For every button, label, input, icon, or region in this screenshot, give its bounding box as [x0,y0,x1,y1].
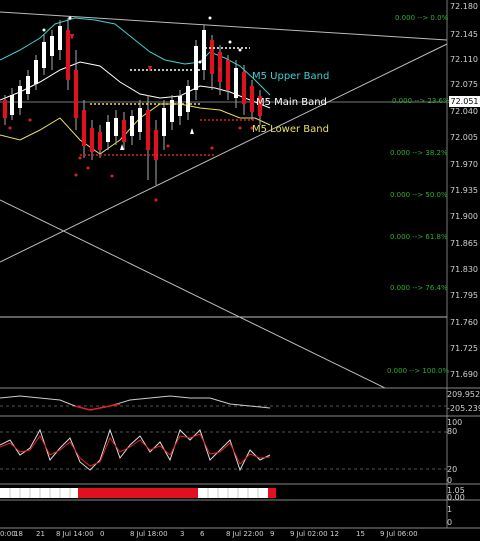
lower-band-line [0,103,271,155]
price-label: 71.795 [450,291,478,300]
time-label: 9 [270,530,275,538]
price-label: 71.970 [450,160,478,169]
time-label: 8 Jul 14:00 [56,530,94,538]
time-label: 9 Jul 02:00 [290,530,328,538]
trendline-falling [0,199,386,389]
price-label: 72.040 [450,107,478,116]
time-label: 3 [180,530,185,538]
fib-level-label: 0.000 --> 23.6% [392,97,450,105]
panel-separators [0,387,480,529]
fib-level-label: 0.000 --> 100.0% [387,367,450,375]
price-label: 71.935 [450,186,478,195]
price-label: 72.180 [450,2,478,11]
indicator-bar-white-2 [198,488,268,498]
current-price-marker: 72.051 [449,96,480,107]
down-arrow-icons [70,34,222,74]
panel1-line [0,395,271,411]
panel1-red-segment [74,403,121,411]
price-label: 71.900 [450,212,478,221]
lower-band-label: M5 Lower Band [252,124,329,135]
price-label: 71.690 [450,370,478,379]
indicator-bar-red-2 [268,488,276,498]
fib-level-label: 0.000 --> 50.0% [390,191,448,199]
panel2-top-value: 100 [447,418,463,427]
panel2-mid-value: 80 [447,427,458,436]
panel3-bottom-value: 0.00 [447,493,465,502]
fib-level-label: 0.000 --> 0.0% [395,14,449,22]
time-label: 15 [356,530,365,538]
panel2-low-value: 20 [447,465,458,474]
time-label: 18 [14,530,23,538]
time-label: 8 Jul 22:00 [226,530,264,538]
fib-level-label: 0.000 --> 76.4% [390,284,448,292]
price-label: 71.865 [450,239,478,248]
time-label: 0 [100,530,105,538]
time-label: 21 [36,530,45,538]
price-label: 72.110 [450,55,478,64]
time-label: 9 Jul 06:00 [380,530,418,538]
panel4-bottom-value: 0 [447,518,453,527]
panel4-top-value: 1 [447,505,453,514]
main-band-label: M5 Main Band [256,97,327,108]
indicator-bar-red [78,488,198,498]
time-label: 12 [330,530,339,538]
indicator-bar-white-1 [0,488,78,498]
fib-level-label: 0.000 --> 61.8% [390,233,448,241]
price-label: 71.830 [450,265,478,274]
panel1-bottom-value: -205.2394 [447,404,480,413]
price-label: 72.145 [450,30,478,39]
fib-level-label: 0.000 --> 38.2% [390,149,448,157]
panel1-top-value: 209.9527 [447,390,480,399]
time-label: 6 [200,530,205,538]
stoch-signal-line [0,433,271,467]
chart-canvas[interactable] [0,0,480,541]
price-label: 71.725 [450,344,478,353]
panel2-bottom-value: 0 [447,476,453,485]
price-label: 72.075 [450,80,478,89]
upper-band-label: M5 Upper Band [252,71,330,82]
time-label: 8 Jul 18:00 [130,530,168,538]
price-label: 71.760 [450,318,478,327]
price-label: 72.005 [450,133,478,142]
